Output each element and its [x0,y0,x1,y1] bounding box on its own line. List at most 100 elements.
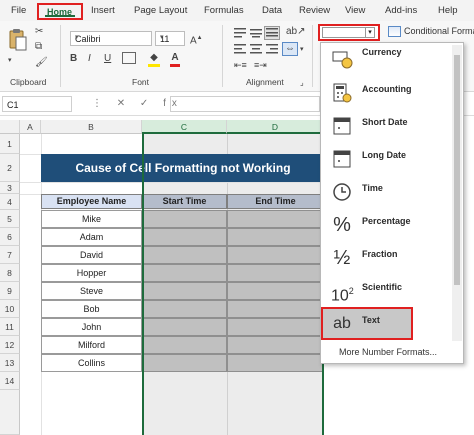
employee-name-cell[interactable]: Collins [41,354,142,372]
row-header-7[interactable]: 7 [0,246,20,264]
format-option-time[interactable]: Time [321,175,453,208]
row-header-12[interactable]: 12 [0,336,20,354]
row-header-5[interactable]: 5 [0,210,20,228]
row-header-4[interactable]: 4 [0,194,20,210]
row-header-2[interactable]: 2 [0,154,20,182]
format-option-text[interactable]: ab Text [321,307,413,340]
row-header-8[interactable]: 8 [0,264,20,282]
more-number-formats-link[interactable]: More Number Formats... [339,347,437,357]
employee-name-cell[interactable]: David [41,246,142,264]
row-header-11[interactable]: 11 [0,318,20,336]
number-format-select[interactable]: ▾ [318,24,380,41]
menu-formulas[interactable]: Formulas [204,5,244,16]
menu-help[interactable]: Help [438,5,458,16]
italic-icon[interactable]: I [88,53,91,65]
start-time-cell[interactable] [142,354,227,372]
employee-name-cell[interactable]: John [41,318,142,336]
scrollbar-thumb[interactable] [454,55,460,285]
paste-dropdown-icon[interactable]: ▾ [8,55,12,67]
format-option-scientific[interactable]: 102 Scientific [321,274,453,307]
menu-page-layout[interactable]: Page Layout [134,5,187,16]
cut-icon[interactable]: ✂ [35,26,43,38]
select-all-corner[interactable] [0,120,20,134]
employee-name-cell[interactable]: Steve [41,282,142,300]
end-time-cell[interactable] [227,318,324,336]
column-header-a[interactable]: A [20,120,41,134]
column-header-d[interactable]: D [227,120,324,134]
number-format-input[interactable] [322,27,366,38]
row-header-3[interactable]: 3 [0,182,20,194]
format-option-long-date[interactable]: Long Date [321,142,453,175]
menu-review[interactable]: Review [299,5,330,16]
bold-icon[interactable]: B [70,53,77,65]
header-end-time[interactable]: End Time [227,194,324,209]
employee-name-cell[interactable]: Hopper [41,264,142,282]
end-time-cell[interactable] [227,246,324,264]
menu-add-ins[interactable]: Add-ins [385,5,417,16]
column-header-b[interactable]: B [41,120,142,134]
start-time-cell[interactable] [142,336,227,354]
increase-indent-icon[interactable]: ≡⇥ [254,59,267,71]
format-painter-icon[interactable]: 🖌 [35,57,48,69]
row-header-10[interactable]: 10 [0,300,20,318]
font-size-select[interactable]: 11 ▾ [155,31,185,46]
align-top-icon[interactable] [234,28,246,42]
chevron-down-icon[interactable]: ▾ [300,44,304,56]
underline-icon[interactable]: U [104,53,111,65]
row-header-14[interactable]: 14 [0,372,20,390]
name-box[interactable]: C1 [2,96,72,112]
paste-icon[interactable] [8,27,28,53]
header-employee-name[interactable]: Employee Name [41,194,142,209]
format-option-short-date[interactable]: Short Date [321,109,453,142]
font-name-select[interactable]: Calibri ▾ [70,31,152,46]
employee-name-cell[interactable]: Milford [41,336,142,354]
align-middle-icon[interactable] [250,28,262,42]
start-time-cell[interactable] [142,282,227,300]
orientation-icon[interactable]: ab↗ [286,26,306,38]
font-color-icon[interactable]: A [170,52,180,67]
start-time-cell[interactable] [142,300,227,318]
menu-insert[interactable]: Insert [91,5,115,16]
menu-home[interactable]: Home [37,3,83,20]
fill-color-icon[interactable]: ◆ [148,52,160,67]
row-header-1[interactable]: 1 [0,134,20,154]
end-time-cell[interactable] [227,282,324,300]
table-title[interactable]: Cause of Cell Formatting not Working [41,154,325,182]
align-left-icon[interactable] [234,44,246,58]
align-center-icon[interactable] [250,44,262,58]
row-header-6[interactable]: 6 [0,228,20,246]
decrease-indent-icon[interactable]: ⇤≡ [234,59,247,71]
format-option-fraction[interactable]: ½ Fraction [321,241,453,274]
end-time-cell[interactable] [227,300,324,318]
start-time-cell[interactable] [142,264,227,282]
start-time-cell[interactable] [142,210,227,228]
format-option-accounting[interactable]: Accounting [321,76,453,109]
menu-view[interactable]: View [345,5,365,16]
start-time-cell[interactable] [142,318,227,336]
dropdown-scrollbar[interactable] [452,45,462,341]
end-time-cell[interactable] [227,354,324,372]
align-right-icon[interactable] [266,44,278,58]
employee-name-cell[interactable]: Adam [41,228,142,246]
borders-icon[interactable] [122,52,136,64]
employee-name-cell[interactable]: Mike [41,210,142,228]
alignment-dialog-launcher-icon[interactable]: ⌟ [300,77,304,89]
column-header-c[interactable]: C [142,120,227,134]
formula-input[interactable] [170,96,320,112]
grow-font-icon[interactable]: A▲ [190,32,203,47]
chevron-down-icon[interactable]: ▾ [365,27,375,38]
start-time-cell[interactable] [142,228,227,246]
start-time-cell[interactable] [142,246,227,264]
format-option-percentage[interactable]: % Percentage [321,208,453,241]
format-option-currency[interactable]: Currency [321,43,453,76]
merge-center-icon[interactable]: ⇔ [282,42,298,56]
end-time-cell[interactable] [227,336,324,354]
row-header-13[interactable]: 13 [0,354,20,372]
align-bottom-icon[interactable] [264,26,280,40]
end-time-cell[interactable] [227,264,324,282]
header-start-time[interactable]: Start Time [142,194,227,209]
employee-name-cell[interactable]: Bob [41,300,142,318]
row-header-9[interactable]: 9 [0,282,20,300]
menu-data[interactable]: Data [262,5,282,16]
conditional-formatting-button[interactable]: Conditional Forma [404,26,474,36]
